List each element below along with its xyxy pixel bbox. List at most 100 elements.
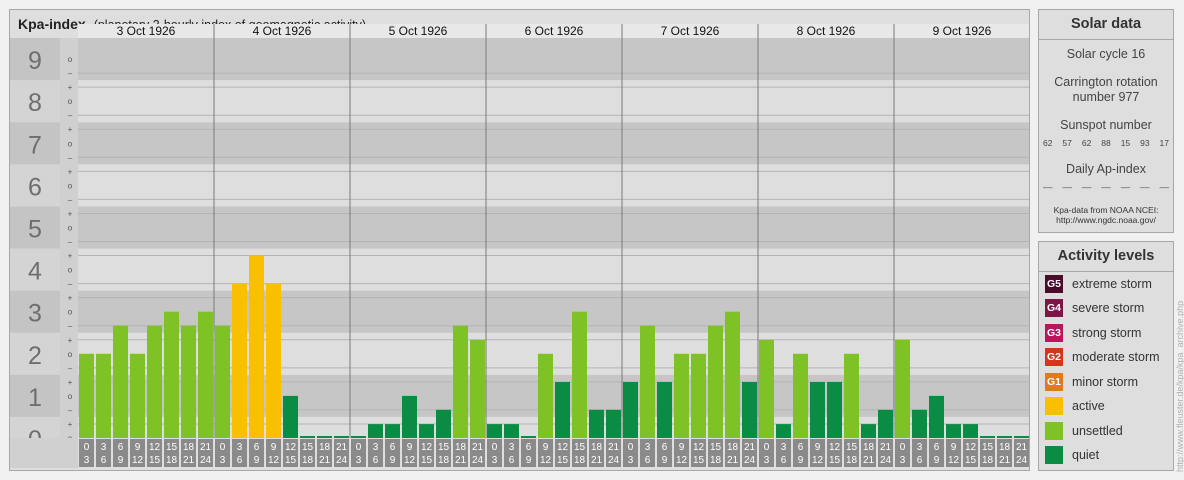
legend-swatch: G1 [1045, 373, 1063, 391]
time-label-end: 9 [662, 455, 668, 466]
time-label-start: 3 [373, 442, 379, 453]
time-label-start: 3 [237, 442, 243, 453]
day-label: 8 Oct 1926 [797, 24, 856, 38]
time-label-start: 18 [455, 442, 467, 453]
time-label-end: 6 [645, 455, 651, 466]
ap-value: –– [1062, 182, 1072, 192]
ap-value: –– [1140, 182, 1150, 192]
sunspot-value: 62 [1081, 138, 1092, 148]
kpa-bar [181, 325, 196, 438]
time-label-end: 12 [540, 455, 552, 466]
legend-label: minor storm [1072, 375, 1138, 389]
day-label: 6 Oct 1926 [525, 24, 584, 38]
kpa-bar [895, 339, 910, 438]
time-label-end: 9 [934, 455, 940, 466]
sunspot-value: 57 [1062, 138, 1072, 148]
time-label-start: 9 [951, 442, 957, 453]
kpa-bar [793, 353, 808, 438]
source-note-line1: Kpa-data from NOAA NCEI: [1053, 205, 1159, 215]
kpa-bar [436, 409, 451, 438]
sunspot-value: 88 [1101, 138, 1111, 148]
time-label-end: 21 [183, 455, 195, 466]
time-label-start: 21 [1016, 442, 1028, 453]
time-label-start: 3 [645, 442, 651, 453]
time-label-end: 15 [421, 455, 433, 466]
time-label-end: 18 [302, 455, 314, 466]
time-label-start: 12 [557, 442, 569, 453]
minor-tick-label: – [68, 69, 73, 78]
legend-label: severe storm [1072, 301, 1145, 315]
ap-value: –– [1120, 182, 1131, 192]
time-label-start: 21 [336, 442, 348, 453]
time-label-end: 15 [829, 455, 841, 466]
solar-data-panel: Solar data Solar cycle 16 Carrington rot… [1038, 9, 1174, 233]
sunspot-value: 15 [1120, 138, 1131, 148]
legend-item-strong-storm: G3 strong storm [1045, 323, 1141, 343]
time-label-end: 24 [1016, 455, 1028, 466]
time-label-start: 21 [608, 442, 620, 453]
kpa-bar [623, 382, 638, 438]
kpa-bar [640, 325, 655, 438]
minor-tick-label: o [68, 139, 73, 148]
legend-swatch: G3 [1045, 324, 1063, 342]
time-label-end: 3 [492, 455, 498, 466]
time-label-start: 12 [285, 442, 297, 453]
legend-label: active [1072, 399, 1105, 413]
minor-tick-label: – [68, 406, 73, 415]
time-label-end: 9 [118, 455, 124, 466]
kpa-bar [79, 353, 94, 438]
time-label-start: 3 [101, 442, 107, 453]
time-label-start: 0 [84, 442, 90, 453]
sunspot-values: 62 57 62 88 15 93 17 [1043, 138, 1169, 148]
time-label-start: 18 [591, 442, 603, 453]
kpa-bar [130, 353, 145, 438]
ap-values: –– –– –– –– –– –– –– [1043, 182, 1169, 192]
time-label-end: 21 [591, 455, 603, 466]
minor-tick-label: o [68, 181, 73, 190]
level-band [78, 122, 1029, 165]
kpa-bar [946, 424, 961, 438]
time-label-start: 12 [829, 442, 841, 453]
kpa-bar [385, 424, 400, 438]
level-band [78, 80, 1029, 123]
level-band [78, 206, 1029, 249]
time-label-start: 3 [509, 442, 515, 453]
kpa-bar [912, 409, 927, 438]
kpa-bar [589, 409, 604, 438]
time-label-end: 21 [319, 455, 331, 466]
kpa-bar [691, 353, 706, 438]
source-watermark: http://www.fleuster.de/kpa/kpa_archive.p… [1175, 300, 1184, 472]
kpa-bar [759, 339, 774, 438]
time-label-end: 24 [744, 455, 756, 466]
time-label-end: 12 [948, 455, 960, 466]
time-label-start: 6 [934, 442, 940, 453]
activity-levels-heading: Activity levels [1039, 242, 1173, 272]
minor-tick-label: + [68, 125, 73, 134]
kpa-bar [878, 409, 893, 438]
carrington-label: Carrington rotation [1054, 75, 1158, 89]
y-tick-label: 5 [28, 215, 42, 243]
time-label-start: 0 [356, 442, 362, 453]
ap-value: –– [1081, 182, 1092, 192]
time-label-start: 18 [183, 442, 195, 453]
minor-tick-label: – [68, 153, 73, 162]
time-label-end: 12 [812, 455, 824, 466]
level-band [78, 248, 1029, 291]
sunspot-label: Sunspot number [1060, 118, 1152, 132]
time-label-end: 9 [390, 455, 396, 466]
kpa-bar [861, 424, 876, 438]
legend-item-quiet: quiet [1045, 445, 1099, 465]
time-label-end: 18 [574, 455, 586, 466]
time-label-end: 12 [404, 455, 416, 466]
time-label-start: 15 [710, 442, 722, 453]
kpa-bar [198, 311, 213, 438]
day-label: 5 Oct 1926 [389, 24, 448, 38]
kpa-bar [334, 436, 349, 438]
kpa-bar [419, 424, 434, 438]
time-label-start: 9 [543, 442, 549, 453]
time-label-end: 3 [220, 455, 226, 466]
legend-label: moderate storm [1072, 350, 1160, 364]
time-label-start: 15 [438, 442, 450, 453]
time-label-end: 21 [727, 455, 739, 466]
minor-tick-label: + [68, 420, 73, 429]
